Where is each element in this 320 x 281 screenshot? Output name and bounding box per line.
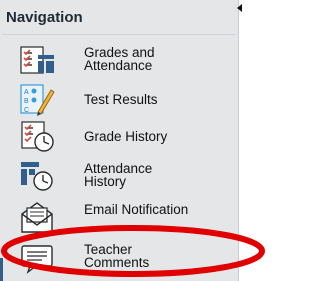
grade-history-icon xyxy=(21,121,54,152)
active-indicator xyxy=(0,258,3,281)
nav-item-grades-attendance[interactable]: Grades and Attendance xyxy=(0,40,238,80)
nav-item-label: Attendance History xyxy=(84,161,153,189)
email-notification-icon xyxy=(21,202,53,233)
test-results-icon: A B C xyxy=(20,84,55,116)
svg-text:C: C xyxy=(24,107,29,114)
nav-item-attendance-history[interactable]: Attendance History xyxy=(0,156,238,196)
nav-item-email-notification[interactable]: Email Notification xyxy=(0,197,238,237)
nav-item-label: Teacher Comments xyxy=(84,242,150,270)
collapse-panel-icon[interactable] xyxy=(237,4,242,12)
nav-item-grade-history[interactable]: Grade History xyxy=(0,116,238,156)
grades-attendance-icon xyxy=(20,46,54,74)
attendance-history-icon xyxy=(21,162,53,191)
nav-item-test-results[interactable]: A B C Test Results xyxy=(0,79,238,119)
navigation-divider xyxy=(2,34,236,35)
nav-item-label: Grade History xyxy=(84,129,168,144)
navigation-title: Navigation xyxy=(6,9,83,26)
nav-item-teacher-comments[interactable]: Teacher Comments xyxy=(0,237,238,277)
nav-item-label: Email Notification xyxy=(84,202,189,217)
teacher-comments-icon xyxy=(21,245,53,274)
svg-text:B: B xyxy=(24,98,29,105)
navigation-panel: Navigation Grades and Attendance A B C T… xyxy=(0,0,239,281)
svg-text:A: A xyxy=(24,89,29,96)
nav-item-label: Test Results xyxy=(84,92,158,107)
nav-item-label: Grades and Attendance xyxy=(84,45,155,73)
